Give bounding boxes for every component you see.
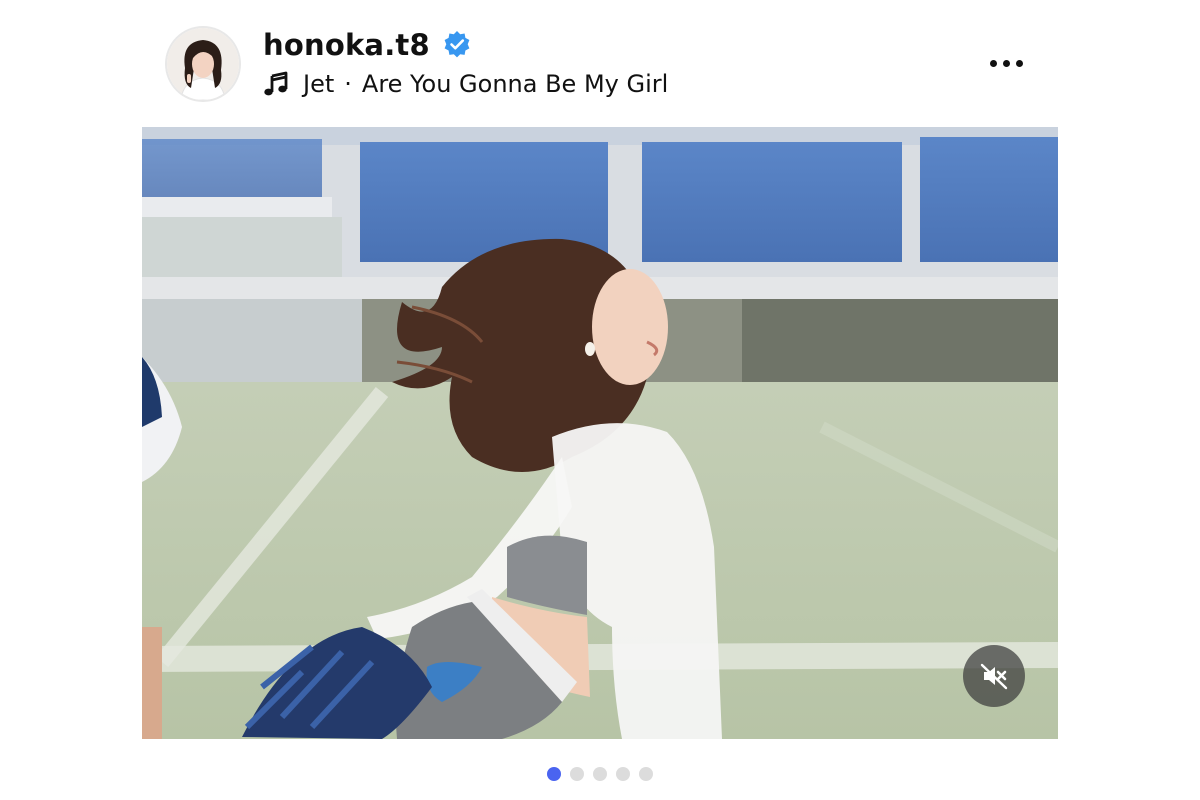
carousel-dot-1[interactable]: [547, 767, 561, 781]
profile-photo: [167, 28, 239, 100]
carousel-dot-2[interactable]: [570, 767, 584, 781]
verified-badge-icon: [444, 31, 470, 58]
post-header: honoka.t8 Jet · Are You Gonna Be My Girl: [142, 0, 1058, 126]
username[interactable]: honoka.t8: [263, 28, 430, 62]
speaker-muted-icon: [980, 663, 1008, 690]
username-row: honoka.t8: [263, 28, 472, 62]
more-options-button[interactable]: [978, 48, 1034, 78]
more-options-icon-dot: [989, 59, 997, 67]
music-attribution[interactable]: Jet · Are You Gonna Be My Girl: [263, 70, 668, 98]
instagram-post: honoka.t8 Jet · Are You Gonna Be My Girl: [142, 0, 1058, 800]
music-note-icon: [264, 71, 288, 96]
post-photo: [142, 127, 1058, 739]
post-media[interactable]: [142, 127, 1058, 739]
carousel-indicator: [142, 767, 1058, 783]
music-separator: ·: [344, 70, 352, 98]
more-options-icon-dot: [1002, 59, 1010, 67]
music-title: Are You Gonna Be My Girl: [361, 70, 669, 98]
avatar[interactable]: [167, 28, 239, 100]
carousel-dot-4[interactable]: [616, 767, 630, 781]
music-artist: Jet: [303, 70, 335, 98]
more-options-icon-dot: [1015, 59, 1023, 67]
carousel-dot-5[interactable]: [639, 767, 653, 781]
mute-toggle-button[interactable]: [963, 645, 1025, 707]
carousel-dot-3[interactable]: [593, 767, 607, 781]
music-label: Jet · Are You Gonna Be My Girl: [303, 70, 668, 98]
